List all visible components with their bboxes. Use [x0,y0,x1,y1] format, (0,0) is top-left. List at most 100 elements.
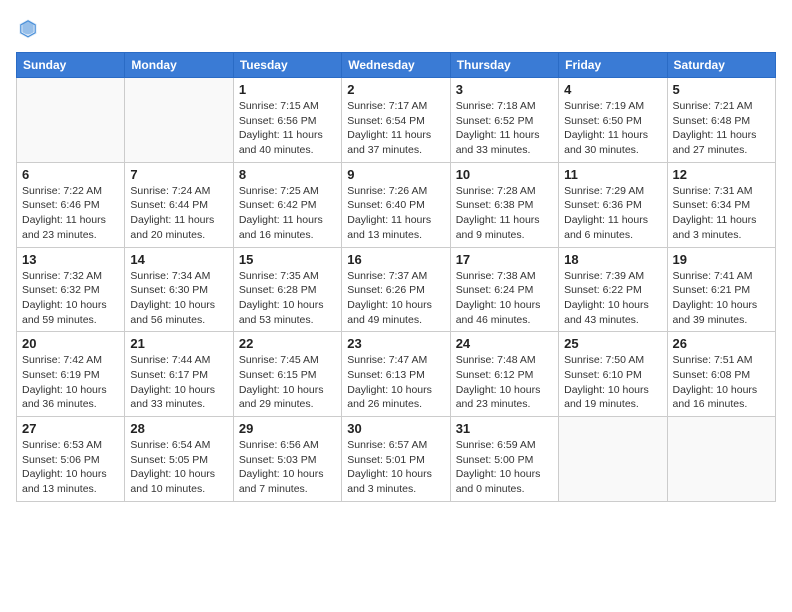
day-detail: Sunrise: 7:37 AMSunset: 6:26 PMDaylight:… [347,269,444,328]
calendar-week-3: 13 Sunrise: 7:32 AMSunset: 6:32 PMDayligh… [17,247,776,332]
calendar-header-saturday: Saturday [667,53,775,78]
day-number: 21 [130,336,227,351]
day-number: 30 [347,421,444,436]
day-detail: Sunrise: 6:54 AMSunset: 5:05 PMDaylight:… [130,438,227,497]
calendar-cell: 18 Sunrise: 7:39 AMSunset: 6:22 PMDayligh… [559,247,667,332]
day-detail: Sunrise: 7:21 AMSunset: 6:48 PMDaylight:… [673,99,770,158]
calendar-cell: 29Sunrise: 6:56 AMSunset: 5:03 PMDayligh… [233,417,341,502]
day-number: 11 [564,167,661,182]
day-number: 20 [22,336,119,351]
calendar-cell [667,417,775,502]
day-detail: Sunrise: 6:56 AMSunset: 5:03 PMDaylight:… [239,438,336,497]
day-number: 24 [456,336,553,351]
calendar-cell: 11 Sunrise: 7:29 AMSunset: 6:36 PMDayligh… [559,162,667,247]
calendar-cell: 31Sunrise: 6:59 AMSunset: 5:00 PMDayligh… [450,417,558,502]
calendar-cell: 7 Sunrise: 7:24 AMSunset: 6:44 PMDaylight… [125,162,233,247]
day-number: 27 [22,421,119,436]
calendar-cell: 23Sunrise: 7:47 AMSunset: 6:13 PMDayligh… [342,332,450,417]
day-number: 1 [239,82,336,97]
calendar-cell: 16 Sunrise: 7:37 AMSunset: 6:26 PMDayligh… [342,247,450,332]
day-number: 3 [456,82,553,97]
calendar-cell: 20 Sunrise: 7:42 AMSunset: 6:19 PMDayligh… [17,332,125,417]
day-number: 23 [347,336,444,351]
calendar-week-1: 1 Sunrise: 7:15 AMSunset: 6:56 PMDaylight… [17,78,776,163]
day-detail: Sunrise: 7:39 AMSunset: 6:22 PMDaylight:… [564,269,661,328]
day-detail: Sunrise: 7:31 AMSunset: 6:34 PMDaylight:… [673,184,770,243]
day-detail: Sunrise: 7:51 AMSunset: 6:08 PMDaylight:… [673,353,770,412]
calendar-header-thursday: Thursday [450,53,558,78]
day-detail: Sunrise: 7:29 AMSunset: 6:36 PMDaylight:… [564,184,661,243]
day-number: 10 [456,167,553,182]
calendar-cell: 25 Sunrise: 7:50 AMSunset: 6:10 PMDayligh… [559,332,667,417]
day-detail: Sunrise: 7:44 AMSunset: 6:17 PMDaylight:… [130,353,227,412]
calendar-header-tuesday: Tuesday [233,53,341,78]
calendar-cell: 3 Sunrise: 7:18 AMSunset: 6:52 PMDaylight… [450,78,558,163]
day-detail: Sunrise: 6:53 AMSunset: 5:06 PMDaylight:… [22,438,119,497]
day-number: 19 [673,252,770,267]
calendar-cell: 8 Sunrise: 7:25 AMSunset: 6:42 PMDaylight… [233,162,341,247]
day-detail: Sunrise: 7:24 AMSunset: 6:44 PMDaylight:… [130,184,227,243]
calendar-cell: 15 Sunrise: 7:35 AMSunset: 6:28 PMDayligh… [233,247,341,332]
day-detail: Sunrise: 7:41 AMSunset: 6:21 PMDaylight:… [673,269,770,328]
day-number: 26 [673,336,770,351]
day-number: 13 [22,252,119,267]
day-detail: Sunrise: 7:32 AMSunset: 6:32 PMDaylight:… [22,269,119,328]
day-number: 15 [239,252,336,267]
day-number: 14 [130,252,227,267]
calendar-cell: 17 Sunrise: 7:38 AMSunset: 6:24 PMDayligh… [450,247,558,332]
logo-icon [16,16,40,40]
day-number: 16 [347,252,444,267]
day-detail: Sunrise: 6:57 AMSunset: 5:01 PMDaylight:… [347,438,444,497]
day-number: 4 [564,82,661,97]
day-detail: Sunrise: 7:50 AMSunset: 6:10 PMDaylight:… [564,353,661,412]
day-detail: Sunrise: 7:48 AMSunset: 6:12 PMDaylight:… [456,353,553,412]
calendar-cell: 14Sunrise: 7:34 AMSunset: 6:30 PMDayligh… [125,247,233,332]
calendar-header-sunday: Sunday [17,53,125,78]
day-number: 25 [564,336,661,351]
day-detail: Sunrise: 7:25 AMSunset: 6:42 PMDaylight:… [239,184,336,243]
day-number: 18 [564,252,661,267]
calendar-header-wednesday: Wednesday [342,53,450,78]
day-detail: Sunrise: 7:19 AMSunset: 6:50 PMDaylight:… [564,99,661,158]
calendar-week-2: 6 Sunrise: 7:22 AMSunset: 6:46 PMDaylight… [17,162,776,247]
calendar-cell: 10 Sunrise: 7:28 AMSunset: 6:38 PMDayligh… [450,162,558,247]
day-number: 12 [673,167,770,182]
day-number: 7 [130,167,227,182]
calendar-header-row: SundayMondayTuesdayWednesdayThursdayFrid… [17,53,776,78]
calendar-cell: 1 Sunrise: 7:15 AMSunset: 6:56 PMDaylight… [233,78,341,163]
calendar-week-5: 27 Sunrise: 6:53 AMSunset: 5:06 PMDayligh… [17,417,776,502]
calendar-cell: 22 Sunrise: 7:45 AMSunset: 6:15 PMDayligh… [233,332,341,417]
calendar-cell: 30 Sunrise: 6:57 AMSunset: 5:01 PMDayligh… [342,417,450,502]
calendar-cell: 13 Sunrise: 7:32 AMSunset: 6:32 PMDayligh… [17,247,125,332]
day-number: 17 [456,252,553,267]
day-detail: Sunrise: 7:15 AMSunset: 6:56 PMDaylight:… [239,99,336,158]
day-detail: Sunrise: 7:22 AMSunset: 6:46 PMDaylight:… [22,184,119,243]
page-header [16,16,776,40]
day-detail: Sunrise: 7:45 AMSunset: 6:15 PMDaylight:… [239,353,336,412]
calendar-cell: 9Sunrise: 7:26 AMSunset: 6:40 PMDaylight… [342,162,450,247]
day-number: 8 [239,167,336,182]
calendar-cell: 2Sunrise: 7:17 AMSunset: 6:54 PMDaylight… [342,78,450,163]
calendar-table: SundayMondayTuesdayWednesdayThursdayFrid… [16,52,776,502]
logo[interactable] [16,16,44,40]
calendar-header-friday: Friday [559,53,667,78]
day-detail: Sunrise: 7:35 AMSunset: 6:28 PMDaylight:… [239,269,336,328]
calendar-cell: 5 Sunrise: 7:21 AMSunset: 6:48 PMDaylight… [667,78,775,163]
calendar-cell: 19 Sunrise: 7:41 AMSunset: 6:21 PMDayligh… [667,247,775,332]
calendar-header-monday: Monday [125,53,233,78]
day-detail: Sunrise: 7:26 AMSunset: 6:40 PMDaylight:… [347,184,444,243]
day-number: 5 [673,82,770,97]
calendar-cell [559,417,667,502]
calendar-cell: 26 Sunrise: 7:51 AMSunset: 6:08 PMDayligh… [667,332,775,417]
calendar-cell: 24 Sunrise: 7:48 AMSunset: 6:12 PMDayligh… [450,332,558,417]
day-detail: Sunrise: 7:28 AMSunset: 6:38 PMDaylight:… [456,184,553,243]
calendar-cell: 28Sunrise: 6:54 AMSunset: 5:05 PMDayligh… [125,417,233,502]
day-number: 31 [456,421,553,436]
day-detail: Sunrise: 7:18 AMSunset: 6:52 PMDaylight:… [456,99,553,158]
calendar-cell: 12 Sunrise: 7:31 AMSunset: 6:34 PMDayligh… [667,162,775,247]
calendar-cell: 21 Sunrise: 7:44 AMSunset: 6:17 PMDayligh… [125,332,233,417]
day-detail: Sunrise: 7:42 AMSunset: 6:19 PMDaylight:… [22,353,119,412]
day-number: 6 [22,167,119,182]
day-detail: Sunrise: 7:38 AMSunset: 6:24 PMDaylight:… [456,269,553,328]
day-number: 22 [239,336,336,351]
